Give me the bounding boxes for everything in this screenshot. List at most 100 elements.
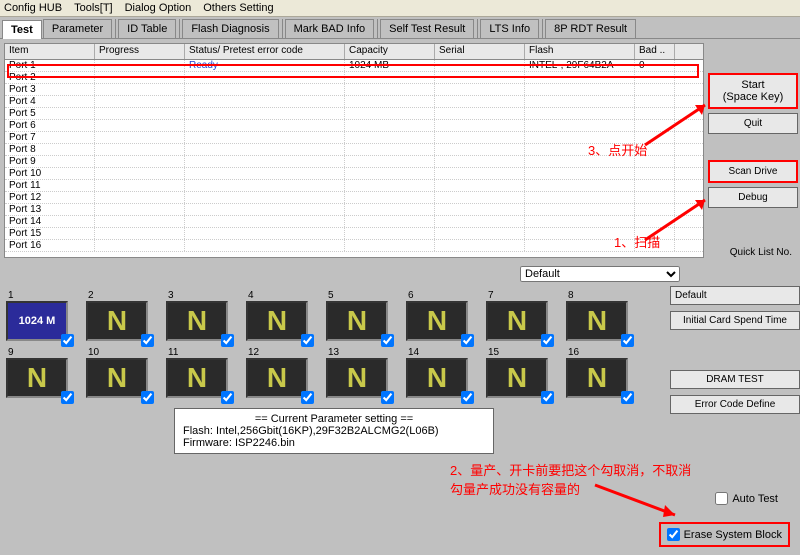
grid-header: Item Progress Status/ Pretest error code…: [5, 44, 703, 60]
port-box-11[interactable]: N: [166, 358, 228, 398]
port-box-14[interactable]: N: [406, 358, 468, 398]
port-checkbox[interactable]: [141, 334, 154, 347]
menu-tools[interactable]: Tools[T]: [74, 2, 113, 14]
port-box-2[interactable]: N: [86, 301, 148, 341]
annotation-2: 2、量产、开卡前要把这个勾取消，不取消勾量产成功没有容量的: [450, 460, 700, 498]
col-bad[interactable]: Bad ..: [635, 44, 675, 59]
port-checkbox[interactable]: [61, 334, 74, 347]
debug-button[interactable]: Debug: [708, 187, 798, 208]
port-checkbox[interactable]: [541, 334, 554, 347]
tab-row: Test Parameter ID Table Flash Diagnosis …: [0, 17, 800, 39]
erase-system-block-checkbox[interactable]: [667, 528, 680, 541]
table-row[interactable]: Port 14: [5, 216, 703, 228]
quick-list-label: Quick List No.: [708, 245, 798, 258]
port-box-4[interactable]: N: [246, 301, 308, 341]
port-checkbox[interactable]: [221, 334, 234, 347]
port-checkbox[interactable]: [541, 391, 554, 404]
port-label: 15: [486, 347, 560, 358]
port-checkbox[interactable]: [61, 391, 74, 404]
dram-test-button[interactable]: DRAM TEST: [670, 370, 800, 389]
initial-card-button[interactable]: Initial Card Spend Time: [670, 311, 800, 330]
menu-dialog[interactable]: Dialog Option: [125, 2, 192, 14]
table-row[interactable]: Port 12: [5, 192, 703, 204]
tab-mark-bad[interactable]: Mark BAD Info: [285, 19, 375, 38]
tab-self-test[interactable]: Self Test Result: [380, 19, 474, 38]
port-box-8[interactable]: N: [566, 301, 628, 341]
tab-flash-diagnosis[interactable]: Flash Diagnosis: [182, 19, 278, 38]
port-label: 8: [566, 290, 640, 301]
start-button[interactable]: Start(Space Key): [708, 73, 798, 109]
col-serial[interactable]: Serial: [435, 44, 525, 59]
port-checkbox[interactable]: [221, 391, 234, 404]
table-row[interactable]: Port 9: [5, 156, 703, 168]
port-box-10[interactable]: N: [86, 358, 148, 398]
port-checkbox[interactable]: [141, 391, 154, 404]
table-row[interactable]: Port 7: [5, 132, 703, 144]
port-label: 3: [166, 290, 240, 301]
table-row[interactable]: Port 1Ready1024 MBINTEL-, 29F64B2A0: [5, 60, 703, 72]
col-status[interactable]: Status/ Pretest error code: [185, 44, 345, 59]
table-row[interactable]: Port 13: [5, 204, 703, 216]
port-label: 9: [6, 347, 80, 358]
port-box-6[interactable]: N: [406, 301, 468, 341]
port-box-16[interactable]: N: [566, 358, 628, 398]
parameter-setting-box: == Current Parameter setting == Flash: I…: [174, 408, 494, 454]
erase-block-row: Erase System Block: [659, 522, 790, 547]
port-checkbox[interactable]: [381, 334, 394, 347]
menu-others[interactable]: Others Setting: [203, 2, 273, 14]
port-label: 14: [406, 347, 480, 358]
auto-test-checkbox[interactable]: [715, 492, 728, 505]
port-box-13[interactable]: N: [326, 358, 388, 398]
table-row[interactable]: Port 15: [5, 228, 703, 240]
port-checkbox[interactable]: [301, 391, 314, 404]
auto-test-row: Auto Test: [715, 492, 778, 505]
table-row[interactable]: Port 16: [5, 240, 703, 252]
port-label: 10: [86, 347, 160, 358]
port-box-9[interactable]: N: [6, 358, 68, 398]
table-row[interactable]: Port 11: [5, 180, 703, 192]
tab-parameter[interactable]: Parameter: [43, 19, 112, 38]
port-box-5[interactable]: N: [326, 301, 388, 341]
tab-test[interactable]: Test: [2, 20, 42, 39]
table-row[interactable]: Port 2: [5, 72, 703, 84]
port-label: 4: [246, 290, 320, 301]
quit-button[interactable]: Quit: [708, 113, 798, 134]
tab-id-table[interactable]: ID Table: [118, 19, 176, 38]
table-row[interactable]: Port 8: [5, 144, 703, 156]
port-checkbox[interactable]: [301, 334, 314, 347]
port-box-12[interactable]: N: [246, 358, 308, 398]
port-checkbox[interactable]: [461, 391, 474, 404]
scan-drive-button[interactable]: Scan Drive: [708, 160, 798, 183]
port-label: 5: [326, 290, 400, 301]
tab-8p-rdt[interactable]: 8P RDT Result: [545, 19, 636, 38]
erase-system-block-label: Erase System Block: [684, 529, 782, 541]
col-capacity[interactable]: Capacity: [345, 44, 435, 59]
port-label: 13: [326, 347, 400, 358]
preset-select[interactable]: Default: [520, 266, 680, 282]
table-row[interactable]: Port 5: [5, 108, 703, 120]
port-label: 7: [486, 290, 560, 301]
port-box-3[interactable]: N: [166, 301, 228, 341]
col-progress[interactable]: Progress: [95, 44, 185, 59]
menu-bar: Config HUB Tools[T] Dialog Option Others…: [0, 0, 800, 17]
table-row[interactable]: Port 10: [5, 168, 703, 180]
port-checkbox[interactable]: [381, 391, 394, 404]
table-row[interactable]: Port 3: [5, 84, 703, 96]
col-flash[interactable]: Flash: [525, 44, 635, 59]
default-label: Default: [670, 286, 800, 305]
port-box-15[interactable]: N: [486, 358, 548, 398]
port-checkbox[interactable]: [461, 334, 474, 347]
port-box-7[interactable]: N: [486, 301, 548, 341]
port-box-1[interactable]: N: [6, 301, 68, 341]
table-row[interactable]: Port 6: [5, 120, 703, 132]
tab-lts[interactable]: LTS Info: [480, 19, 539, 38]
menu-config-hub[interactable]: Config HUB: [4, 2, 62, 14]
table-row[interactable]: Port 4: [5, 96, 703, 108]
error-code-button[interactable]: Error Code Define: [670, 395, 800, 414]
port-grid: Item Progress Status/ Pretest error code…: [4, 43, 704, 258]
port-label: 16: [566, 347, 640, 358]
port-label: 2: [86, 290, 160, 301]
port-checkbox[interactable]: [621, 334, 634, 347]
col-item[interactable]: Item: [5, 44, 95, 59]
port-checkbox[interactable]: [621, 391, 634, 404]
